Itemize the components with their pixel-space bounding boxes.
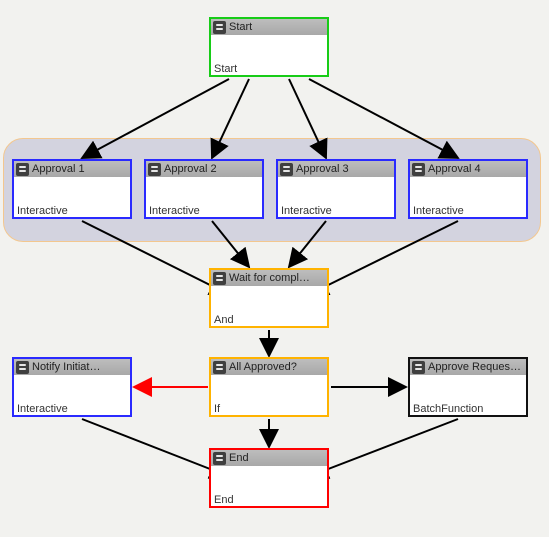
node-type: End: [211, 494, 327, 508]
node-notify[interactable]: Notify Initiat… Interactive: [12, 357, 132, 417]
task-icon: [213, 361, 226, 374]
node-type: Interactive: [14, 205, 130, 219]
task-icon: [213, 452, 226, 465]
node-all-approved[interactable]: All Approved? If: [209, 357, 329, 417]
node-title: Wait for compl…: [229, 272, 310, 284]
node-type: BatchFunction: [410, 403, 526, 417]
node-start[interactable]: Start Start: [209, 17, 329, 77]
node-title: Approval 4: [428, 163, 481, 175]
task-icon: [213, 272, 226, 285]
task-icon: [16, 361, 29, 374]
node-title: Approval 1: [32, 163, 85, 175]
node-approval-2[interactable]: Approval 2 Interactive: [144, 159, 264, 219]
node-approval-4[interactable]: Approval 4 Interactive: [408, 159, 528, 219]
node-approve-request[interactable]: Approve Reques… BatchFunction: [408, 357, 528, 417]
task-icon: [412, 361, 425, 374]
task-icon: [280, 163, 293, 176]
node-end[interactable]: End End: [209, 448, 329, 508]
node-type: If: [211, 403, 327, 417]
node-title: Start: [229, 21, 252, 33]
node-type: Start: [211, 63, 327, 77]
node-approval-1[interactable]: Approval 1 Interactive: [12, 159, 132, 219]
node-type: Interactive: [278, 205, 394, 219]
task-icon: [148, 163, 161, 176]
node-title: Approve Reques…: [428, 361, 521, 373]
workflow-canvas[interactable]: Start Start Approval 1 Interactive Appro…: [0, 0, 549, 537]
node-approval-3[interactable]: Approval 3 Interactive: [276, 159, 396, 219]
node-title: Approval 2: [164, 163, 217, 175]
node-title: All Approved?: [229, 361, 297, 373]
task-icon: [412, 163, 425, 176]
node-title: Notify Initiat…: [32, 361, 100, 373]
task-icon: [213, 21, 226, 34]
node-type: And: [211, 314, 327, 328]
node-type: Interactive: [14, 403, 130, 417]
node-wait[interactable]: Wait for compl… And: [209, 268, 329, 328]
node-type: Interactive: [146, 205, 262, 219]
node-type: Interactive: [410, 205, 526, 219]
node-title: End: [229, 452, 249, 464]
task-icon: [16, 163, 29, 176]
node-title: Approval 3: [296, 163, 349, 175]
